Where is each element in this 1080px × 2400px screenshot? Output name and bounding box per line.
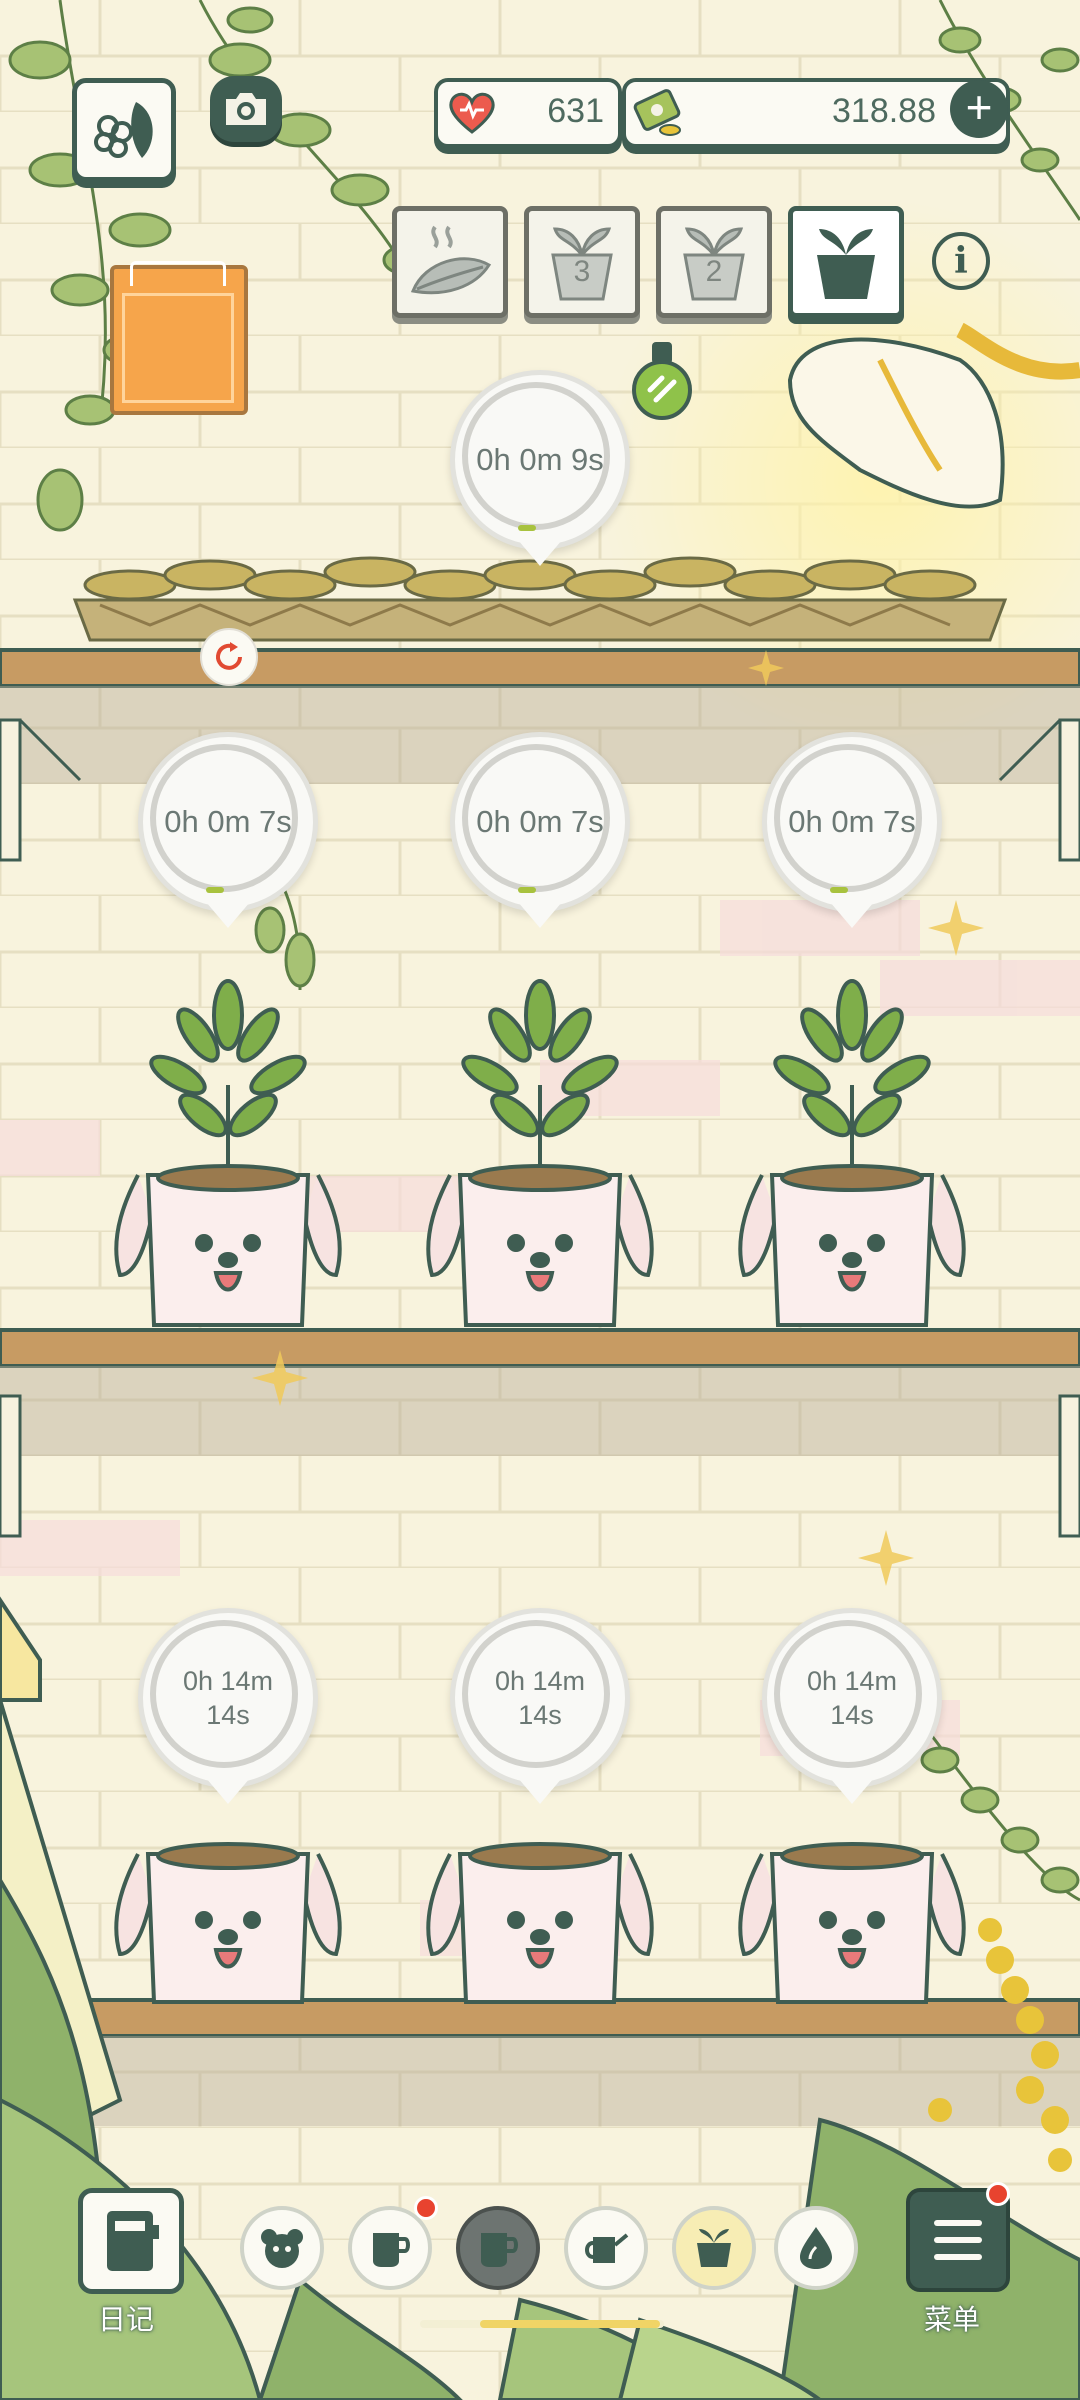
info-button[interactable]: i [932, 232, 990, 290]
hamburger-icon [934, 2220, 982, 2260]
cup-icon [373, 2233, 410, 2267]
tab-pot-b-count: 2 [705, 255, 723, 288]
nav-water-drop[interactable] [774, 2206, 858, 2290]
tab-pot-c[interactable] [788, 206, 904, 318]
timer-line2: 14s [518, 1700, 562, 1730]
hearts-counter: 631 [434, 78, 622, 148]
album-button[interactable] [72, 78, 176, 182]
timer-line1: 0h 14m [494, 1666, 586, 1696]
pot-timer[interactable]: 0h 0m 7s [450, 732, 630, 928]
dog-pot[interactable] [732, 1830, 972, 2010]
timer-line1: 0h 14m [182, 1666, 274, 1696]
camera-button[interactable] [210, 76, 282, 142]
water-drop-icon [800, 2227, 832, 2269]
pot-timer-text: 0h 14m 14s [138, 1608, 318, 1788]
tab-pot-b[interactable]: 2 [656, 206, 772, 318]
refresh-button[interactable] [200, 628, 258, 686]
nav-watering[interactable] [564, 2206, 648, 2290]
money-counter: 318.88 + [622, 78, 1010, 148]
scroll-indicator-thumb [480, 2320, 660, 2328]
tab-fertilizer[interactable] [392, 206, 508, 318]
lightbulb-icon[interactable] [628, 338, 696, 426]
dog-pot-with-sprout[interactable] [108, 975, 348, 1335]
pot-timer[interactable]: 0h 0m 7s [138, 732, 318, 928]
bear-icon [261, 2229, 303, 2268]
notice-board-clip [130, 261, 226, 286]
gift-pot-icon [697, 2229, 731, 2267]
plant-album-icon [94, 102, 153, 158]
money-value: 318.88 [832, 92, 936, 130]
pot-timer-text: 0h 0m 7s [164, 804, 292, 839]
cup-icon [481, 2233, 518, 2267]
notification-dot [414, 2196, 438, 2220]
money-icon [633, 89, 681, 136]
dog-pot[interactable] [108, 1830, 348, 2010]
camera-icon [226, 93, 266, 125]
pot-timer[interactable]: 0h 14m 14s [762, 1608, 942, 1804]
menu-label: 菜单 [923, 2304, 980, 2335]
nav-gift[interactable] [672, 2206, 756, 2290]
refresh-icon [216, 642, 242, 670]
notebook-icon [107, 2211, 159, 2271]
add-money-button[interactable]: + [950, 80, 1008, 138]
leaf-fertilizer-icon [410, 225, 492, 295]
dog-pot[interactable] [420, 1830, 660, 2010]
scroll-indicator [420, 2320, 664, 2328]
nav-animal[interactable] [240, 2206, 324, 2290]
pot-timer[interactable]: 0h 0m 7s [762, 732, 942, 928]
tray-timer[interactable]: 0h 0m 9s [450, 370, 630, 566]
dog-pot-with-sprout[interactable] [732, 975, 972, 1335]
pot-icon [817, 229, 875, 299]
diary-label: 日记 [97, 2304, 154, 2335]
dog-pot-with-sprout[interactable] [420, 975, 660, 1335]
diary-button[interactable] [78, 2188, 184, 2294]
pot-timer[interactable]: 0h 14m 14s [450, 1608, 630, 1804]
tab-pot-a[interactable]: 3 [524, 206, 640, 318]
timer-line1: 0h 14m [806, 1666, 898, 1696]
timer-line2: 14s [830, 1700, 874, 1730]
notification-dot [986, 2182, 1010, 2206]
pot-timer-text: 0h 0m 7s [476, 804, 604, 839]
pot-timer[interactable]: 0h 14m 14s [138, 1608, 318, 1804]
tray-timer-text: 0h 0m 9s [476, 442, 604, 477]
hearts-value: 631 [547, 92, 604, 130]
pot-timer-text: 0h 14m 14s [450, 1608, 630, 1788]
heart-icon [449, 92, 495, 134]
notice-board[interactable] [110, 261, 248, 415]
nav-cup-b[interactable] [456, 2206, 540, 2290]
notice-board-frame [122, 293, 234, 403]
timer-line2: 14s [206, 1700, 250, 1730]
pot-timer-text: 0h 0m 7s [788, 804, 916, 839]
tab-pot-a-count: 3 [573, 255, 591, 288]
watering-can-icon [585, 2233, 629, 2263]
pot-timer-text: 0h 14m 14s [762, 1608, 942, 1788]
